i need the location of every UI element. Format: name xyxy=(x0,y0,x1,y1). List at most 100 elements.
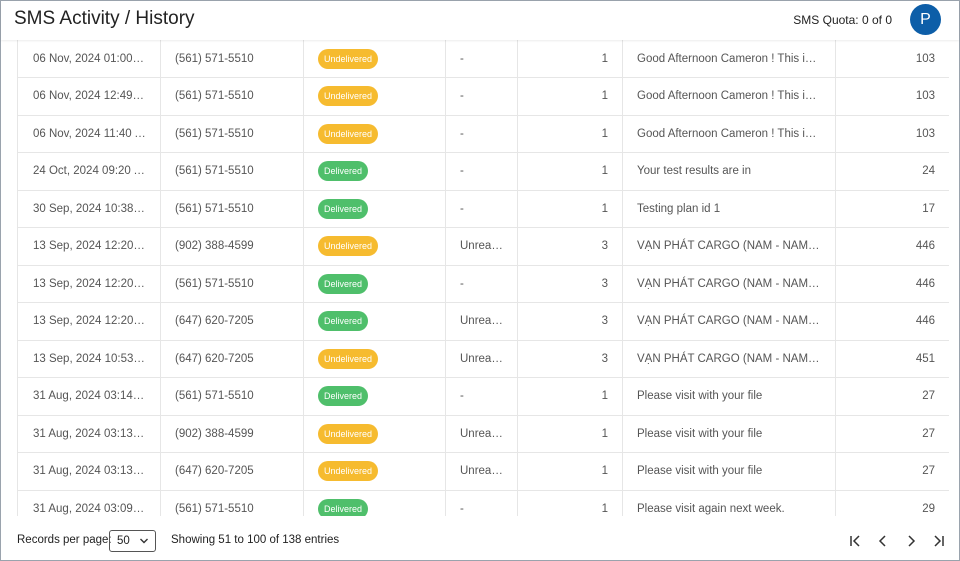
cell-message: Good Afternoon Cameron ! This is Kindly … xyxy=(622,40,836,78)
table-row[interactable]: 31 Aug, 2024 03:13 PM (647) 620-7205 Undel… xyxy=(17,452,949,491)
status-badge: Undelivered xyxy=(318,236,379,257)
cell-reason: Unreachable destination xyxy=(445,340,518,378)
cell-phone: (647) 620-7205 xyxy=(160,340,304,378)
cell-date: 13 Sep, 2024 10:53 AM xyxy=(17,340,161,378)
cell-length: 446 xyxy=(835,302,949,341)
cell-segments: 3 xyxy=(517,302,623,341)
cell-segments: 3 xyxy=(517,265,623,303)
cell-phone: (561) 571-5510 xyxy=(160,490,304,516)
cell-date: 13 Sep, 2024 12:20 PM xyxy=(17,302,161,341)
cell-length: 17 xyxy=(835,190,949,228)
table-row[interactable]: 31 Aug, 2024 03:14 PM (561) 571-5510 Deliv… xyxy=(17,377,949,416)
table-row[interactable]: 13 Sep, 2024 12:20 PM (647) 620-7205 Deliv… xyxy=(17,302,949,341)
cell-message: Please visit with your file xyxy=(622,452,836,491)
cell-date: 06 Nov, 2024 01:00 PM xyxy=(17,40,161,78)
status-badge: Delivered xyxy=(318,498,369,516)
status-badge: Delivered xyxy=(318,198,369,219)
cell-length: 103 xyxy=(835,115,949,153)
table-row[interactable]: 06 Nov, 2024 12:49 PM (561) 571-5510 Undel… xyxy=(17,77,949,116)
cell-reason: - xyxy=(445,40,518,78)
cell-date: 13 Sep, 2024 12:20 PM xyxy=(17,227,161,266)
status-badge: Undelivered xyxy=(318,423,379,444)
table-body: 06 Nov, 2024 01:00 PM (561) 571-5510 Undel… xyxy=(17,40,949,516)
cell-phone: (561) 571-5510 xyxy=(160,152,304,191)
cell-length: 446 xyxy=(835,227,949,266)
table-row[interactable]: 06 Nov, 2024 11:40 AM (561) 571-5510 Undel… xyxy=(17,115,949,153)
status-badge: Delivered xyxy=(318,311,369,332)
cell-length: 103 xyxy=(835,40,949,78)
cell-reason: Unreachable destination xyxy=(445,302,518,341)
cell-date: 31 Aug, 2024 03:09 PM xyxy=(17,490,161,516)
cell-length: 27 xyxy=(835,415,949,453)
cell-reason: - xyxy=(445,115,518,153)
status-badge: Delivered xyxy=(318,386,369,407)
cell-reason: - xyxy=(445,377,518,416)
cell-phone: (561) 571-5510 xyxy=(160,377,304,416)
cell-status: Undelivered xyxy=(303,40,446,78)
table-row[interactable]: 31 Aug, 2024 03:09 PM (561) 571-5510 Deliv… xyxy=(17,490,949,516)
cell-date: 13 Sep, 2024 12:20 PM xyxy=(17,265,161,303)
table-row[interactable]: 31 Aug, 2024 03:13 PM (902) 388-4599 Undel… xyxy=(17,415,949,453)
cell-segments: 1 xyxy=(517,152,623,191)
chevron-left-icon[interactable] xyxy=(869,531,897,551)
cell-message: Good Afternoon Cameron ! This is Kindly … xyxy=(622,115,836,153)
table-row[interactable]: 06 Nov, 2024 01:00 PM (561) 571-5510 Undel… xyxy=(17,40,949,78)
cell-phone: (647) 620-7205 xyxy=(160,452,304,491)
status-badge: Undelivered xyxy=(318,348,379,369)
cell-length: 24 xyxy=(835,152,949,191)
cell-length: 103 xyxy=(835,77,949,116)
cell-segments: 1 xyxy=(517,415,623,453)
cell-status: Delivered xyxy=(303,490,446,516)
cell-length: 27 xyxy=(835,452,949,491)
table-row[interactable]: 30 Sep, 2024 10:38 AM (561) 571-5510 Deliv… xyxy=(17,190,949,228)
status-badge: Undelivered xyxy=(318,123,379,144)
cell-message: Testing plan id 1 xyxy=(622,190,836,228)
cell-status: Delivered xyxy=(303,302,446,341)
cell-phone: (561) 571-5510 xyxy=(160,77,304,116)
table-row[interactable]: 24 Oct, 2024 09:20 AM (561) 571-5510 Deliv… xyxy=(17,152,949,191)
cell-segments: 3 xyxy=(517,340,623,378)
cell-status: Undelivered xyxy=(303,77,446,116)
page-title: SMS Activity / History xyxy=(14,8,195,29)
sms-history-table[interactable]: 06 Nov, 2024 01:00 PM (561) 571-5510 Undel… xyxy=(17,40,949,516)
cell-phone: (902) 388-4599 xyxy=(160,415,304,453)
cell-reason: Unreachable destination xyxy=(445,227,518,266)
cell-status: Undelivered xyxy=(303,115,446,153)
cell-status: Delivered xyxy=(303,265,446,303)
cell-status: Undelivered xyxy=(303,452,446,491)
cell-reason: - xyxy=(445,490,518,516)
cell-status: Undelivered xyxy=(303,415,446,453)
cell-date: 30 Sep, 2024 10:38 AM xyxy=(17,190,161,228)
status-badge: Delivered xyxy=(318,161,369,182)
cell-phone: (902) 388-4599 xyxy=(160,227,304,266)
cell-status: Delivered xyxy=(303,377,446,416)
records-per-page-select[interactable]: 50 xyxy=(109,530,156,552)
status-badge: Undelivered xyxy=(318,461,379,482)
first-page-icon[interactable] xyxy=(841,531,869,551)
cell-segments: 1 xyxy=(517,40,623,78)
cell-date: 31 Aug, 2024 03:13 PM xyxy=(17,415,161,453)
sms-quota: SMS Quota: 0 of 0 xyxy=(793,13,892,27)
cell-reason: - xyxy=(445,190,518,228)
table-row[interactable]: 13 Sep, 2024 10:53 AM (647) 620-7205 Undel… xyxy=(17,340,949,378)
chevron-right-icon[interactable] xyxy=(897,531,925,551)
cell-date: 24 Oct, 2024 09:20 AM xyxy=(17,152,161,191)
cell-message: VẠN PHÁT CARGO (NAM - NAM VẠN PHÁT) xyxy=(622,302,836,341)
table-row[interactable]: 13 Sep, 2024 12:20 PM (902) 388-4599 Undel… xyxy=(17,227,949,266)
cell-reason: - xyxy=(445,265,518,303)
cell-date: 06 Nov, 2024 11:40 AM xyxy=(17,115,161,153)
entries-info: Showing 51 to 100 of 138 entries xyxy=(171,534,340,546)
cell-date: 31 Aug, 2024 03:13 PM xyxy=(17,452,161,491)
cell-segments: 1 xyxy=(517,452,623,491)
last-page-icon[interactable] xyxy=(925,531,953,551)
cell-segments: 1 xyxy=(517,377,623,416)
cell-segments: 3 xyxy=(517,227,623,266)
cell-length: 451 xyxy=(835,340,949,378)
cell-message: Please visit again next week. xyxy=(622,490,836,516)
table-row[interactable]: 13 Sep, 2024 12:20 PM (561) 571-5510 Deliv… xyxy=(17,265,949,303)
user-avatar[interactable]: P xyxy=(910,4,941,35)
cell-message: Please visit with your file xyxy=(622,415,836,453)
cell-length: 27 xyxy=(835,377,949,416)
table-footer: Records per page: 50 Showing 51 to 100 o… xyxy=(1,516,959,560)
cell-reason: - xyxy=(445,152,518,191)
